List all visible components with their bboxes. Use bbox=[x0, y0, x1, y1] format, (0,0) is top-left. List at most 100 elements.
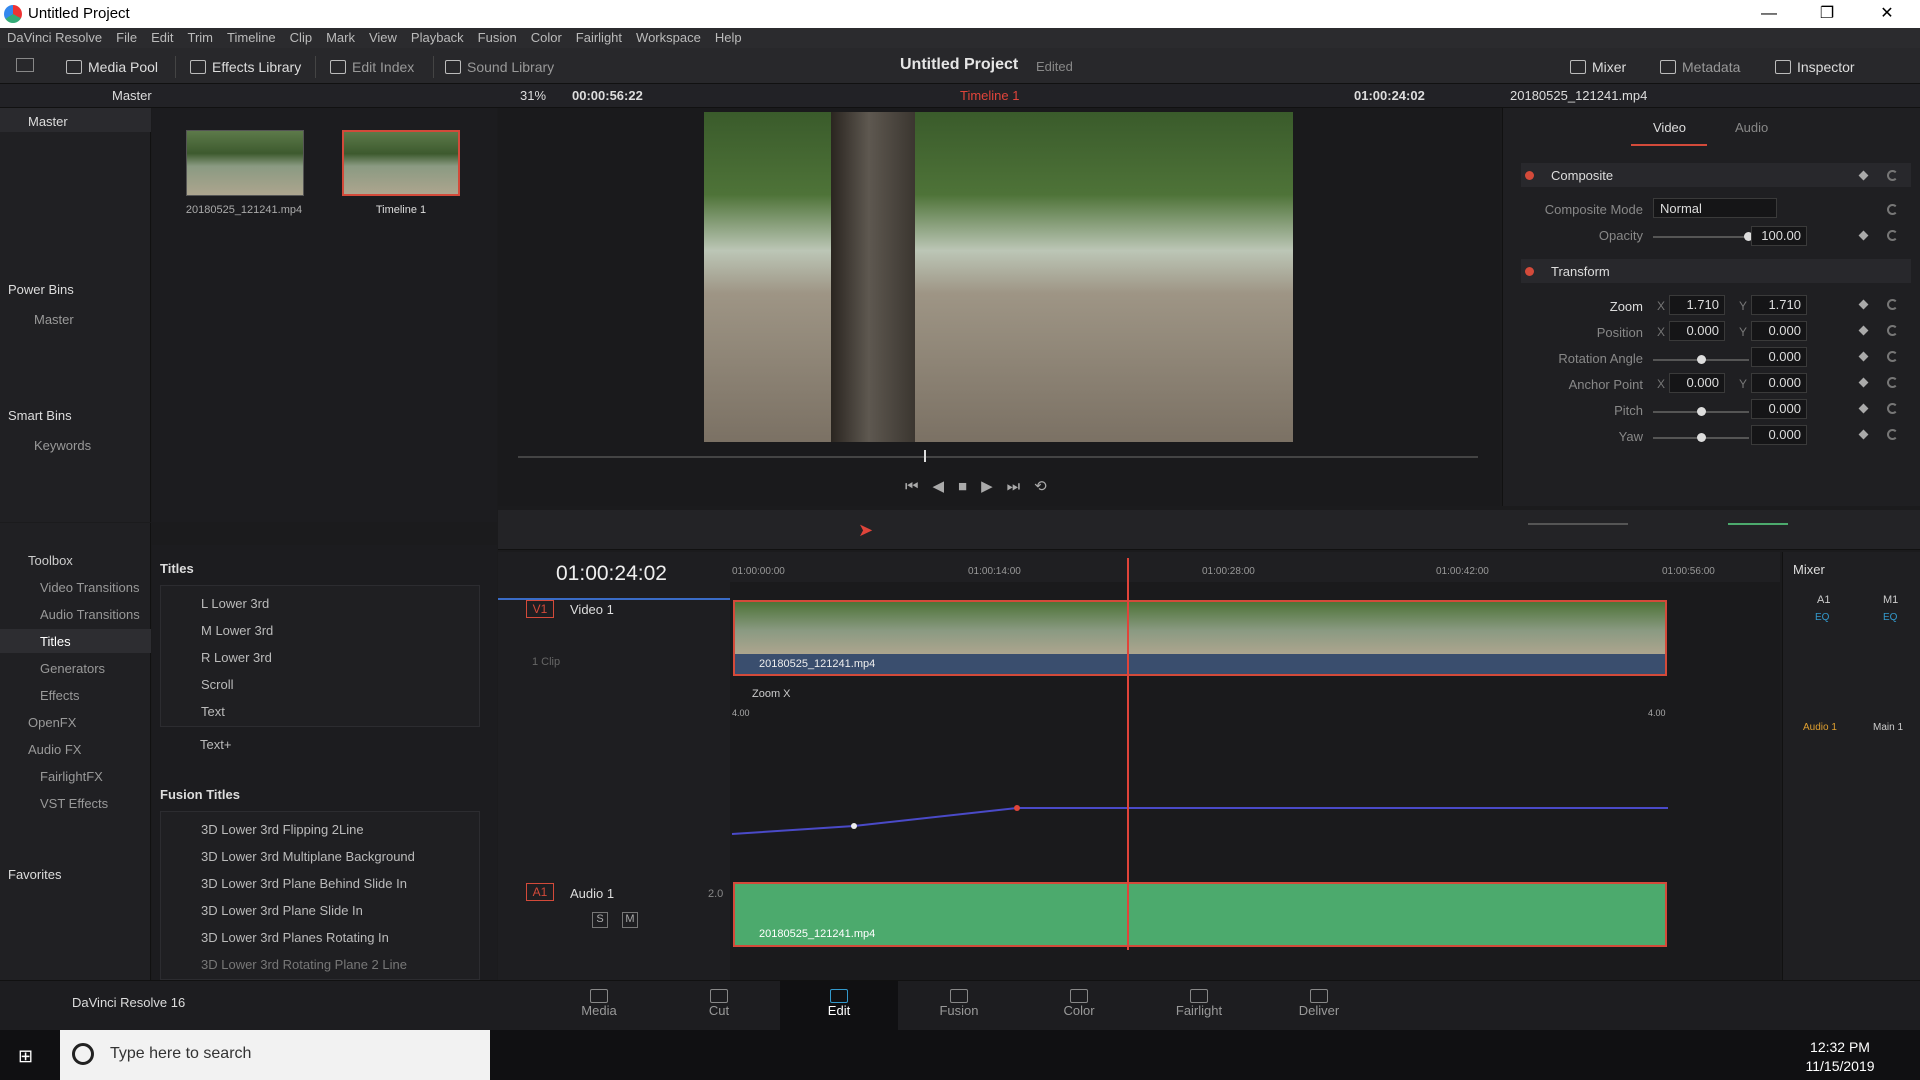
transport-controls[interactable]: ⏮◀■▶⏭⟲ bbox=[905, 477, 1061, 495]
opacity-slider[interactable] bbox=[1653, 236, 1749, 238]
mixer-button[interactable]: Mixer bbox=[1570, 56, 1626, 78]
tree-audio-fx[interactable]: Audio FX bbox=[28, 742, 81, 757]
position-y-value[interactable]: 0.000 bbox=[1751, 321, 1807, 341]
workspace-toggle-icon[interactable] bbox=[16, 58, 34, 72]
keyframe-icon[interactable] bbox=[1858, 429, 1869, 440]
pitch-slider-knob[interactable] bbox=[1697, 407, 1706, 416]
tree-titles[interactable]: Titles bbox=[40, 634, 71, 649]
inspector-button[interactable]: Inspector bbox=[1775, 56, 1855, 78]
power-bin-master[interactable]: Master bbox=[34, 312, 74, 327]
v1-badge[interactable]: V1 bbox=[526, 600, 554, 618]
menu-playback[interactable]: Playback bbox=[404, 28, 471, 45]
viewer-scrubber[interactable] bbox=[518, 456, 1478, 458]
audio-solo-button[interactable]: S bbox=[592, 912, 608, 928]
page-fusion[interactable]: Fusion bbox=[900, 989, 1018, 1018]
tree-fairlightfx[interactable]: FairlightFX bbox=[40, 769, 103, 784]
tree-video-transitions[interactable]: Video Transitions bbox=[40, 580, 140, 595]
tree-effects[interactable]: Effects bbox=[40, 688, 80, 703]
menu-help[interactable]: Help bbox=[708, 28, 749, 45]
timeline-zoom-slider[interactable] bbox=[1528, 523, 1628, 525]
menu-clip[interactable]: Clip bbox=[283, 28, 319, 45]
page-media[interactable]: Media bbox=[540, 989, 658, 1018]
menu-file[interactable]: File bbox=[109, 28, 144, 45]
tree-toolbox[interactable]: Toolbox bbox=[28, 553, 73, 568]
title-item[interactable]: Text bbox=[201, 704, 225, 719]
yaw-value[interactable]: 0.000 bbox=[1751, 425, 1807, 445]
opacity-value[interactable]: 100.00 bbox=[1751, 226, 1807, 246]
maximize-button[interactable]: ❐ bbox=[1804, 2, 1850, 26]
menu-davinci[interactable]: DaVinci Resolve bbox=[0, 28, 109, 45]
minimize-button[interactable]: — bbox=[1746, 2, 1792, 26]
eq-m1[interactable]: EQ bbox=[1883, 612, 1897, 623]
page-color[interactable]: Color bbox=[1020, 989, 1138, 1018]
bin-master-row[interactable] bbox=[0, 108, 151, 132]
tab-audio[interactable]: Audio bbox=[1735, 120, 1768, 135]
windows-start-icon[interactable]: ⊞ bbox=[18, 1046, 33, 1067]
reset-icon[interactable] bbox=[1887, 403, 1898, 414]
keyframe-icon[interactable] bbox=[1858, 403, 1869, 414]
composite-mode-select[interactable]: Normal bbox=[1653, 198, 1777, 218]
tab-video[interactable]: Video bbox=[1653, 120, 1686, 135]
page-edit[interactable]: Edit bbox=[780, 981, 898, 1031]
pitch-value[interactable]: 0.000 bbox=[1751, 399, 1807, 419]
reset-icon[interactable] bbox=[1887, 230, 1898, 241]
menu-workspace[interactable]: Workspace bbox=[629, 28, 708, 45]
title-item[interactable]: L Lower 3rd bbox=[201, 596, 269, 611]
fusion-title-item[interactable]: 3D Lower 3rd Multiplane Background bbox=[201, 849, 415, 864]
clip-thumbnail[interactable] bbox=[186, 130, 304, 196]
smart-bin-keywords[interactable]: Keywords bbox=[34, 438, 91, 453]
menu-fairlight[interactable]: Fairlight bbox=[569, 28, 629, 45]
selection-tool-icon[interactable]: ➤ bbox=[858, 520, 873, 541]
reset-icon[interactable] bbox=[1887, 299, 1898, 310]
a1-badge[interactable]: A1 bbox=[526, 883, 554, 901]
fusion-title-item[interactable]: 3D Lower 3rd Plane Slide In bbox=[201, 903, 363, 918]
reset-icon[interactable] bbox=[1887, 377, 1898, 388]
page-cut[interactable]: Cut bbox=[660, 989, 778, 1018]
keyframe-icon[interactable] bbox=[1858, 351, 1869, 362]
timeline-playhead[interactable] bbox=[1127, 558, 1129, 950]
viewer-zoom[interactable]: 31% bbox=[520, 88, 546, 103]
edit-index-button[interactable]: Edit Index bbox=[330, 56, 414, 78]
zoom-x-value[interactable]: 1.710 bbox=[1669, 295, 1725, 315]
title-item[interactable]: Text+ bbox=[200, 737, 231, 752]
menu-fusion[interactable]: Fusion bbox=[471, 28, 524, 45]
bin-master[interactable]: Master bbox=[28, 114, 68, 129]
page-fairlight[interactable]: Fairlight bbox=[1140, 989, 1258, 1018]
close-button[interactable]: ✕ bbox=[1864, 2, 1910, 26]
eq-a1[interactable]: EQ bbox=[1815, 612, 1829, 623]
reset-icon[interactable] bbox=[1887, 351, 1898, 362]
rotation-slider-knob[interactable] bbox=[1697, 355, 1706, 364]
media-pool-button[interactable]: Media Pool bbox=[66, 56, 158, 78]
menu-edit[interactable]: Edit bbox=[144, 28, 180, 45]
tree-generators[interactable]: Generators bbox=[40, 661, 105, 676]
tree-audio-transitions[interactable]: Audio Transitions bbox=[40, 607, 140, 622]
keyframe-icon[interactable] bbox=[1858, 325, 1869, 336]
transform-enable-icon[interactable] bbox=[1525, 267, 1534, 276]
timeline-thumbnail[interactable] bbox=[342, 130, 460, 196]
fusion-title-item[interactable]: 3D Lower 3rd Flipping 2Line bbox=[201, 822, 364, 837]
timeline-ruler[interactable]: 01:00:00:00 01:00:14:00 01:00:28:00 01:0… bbox=[730, 552, 1780, 582]
keyframe-curve[interactable] bbox=[730, 790, 1670, 840]
audio-clip[interactable]: 20180525_121241.mp4 bbox=[733, 882, 1667, 947]
keyframe-icon[interactable] bbox=[1858, 377, 1869, 388]
menu-trim[interactable]: Trim bbox=[181, 28, 221, 45]
rotation-value[interactable]: 0.000 bbox=[1751, 347, 1807, 367]
keyframe-icon[interactable] bbox=[1858, 299, 1869, 310]
anchor-x-value[interactable]: 0.000 bbox=[1669, 373, 1725, 393]
fusion-title-item[interactable]: 3D Lower 3rd Rotating Plane 2 Line bbox=[201, 957, 407, 972]
title-item[interactable]: Scroll bbox=[201, 677, 234, 692]
fusion-title-item[interactable]: 3D Lower 3rd Plane Behind Slide In bbox=[201, 876, 407, 891]
tree-openfx[interactable]: OpenFX bbox=[28, 715, 76, 730]
sound-library-button[interactable]: Sound Library bbox=[445, 56, 554, 78]
audio-mute-button[interactable]: M bbox=[622, 912, 638, 928]
menu-timeline[interactable]: Timeline bbox=[220, 28, 283, 45]
tree-vst[interactable]: VST Effects bbox=[40, 796, 108, 811]
reset-icon[interactable] bbox=[1887, 325, 1898, 336]
reset-icon[interactable] bbox=[1887, 170, 1898, 181]
volume-slider[interactable] bbox=[1728, 523, 1788, 525]
metadata-button[interactable]: Metadata bbox=[1660, 56, 1740, 78]
reset-icon[interactable] bbox=[1887, 204, 1898, 215]
position-x-value[interactable]: 0.000 bbox=[1669, 321, 1725, 341]
fusion-title-item[interactable]: 3D Lower 3rd Planes Rotating In bbox=[201, 930, 389, 945]
menu-view[interactable]: View bbox=[362, 28, 404, 45]
